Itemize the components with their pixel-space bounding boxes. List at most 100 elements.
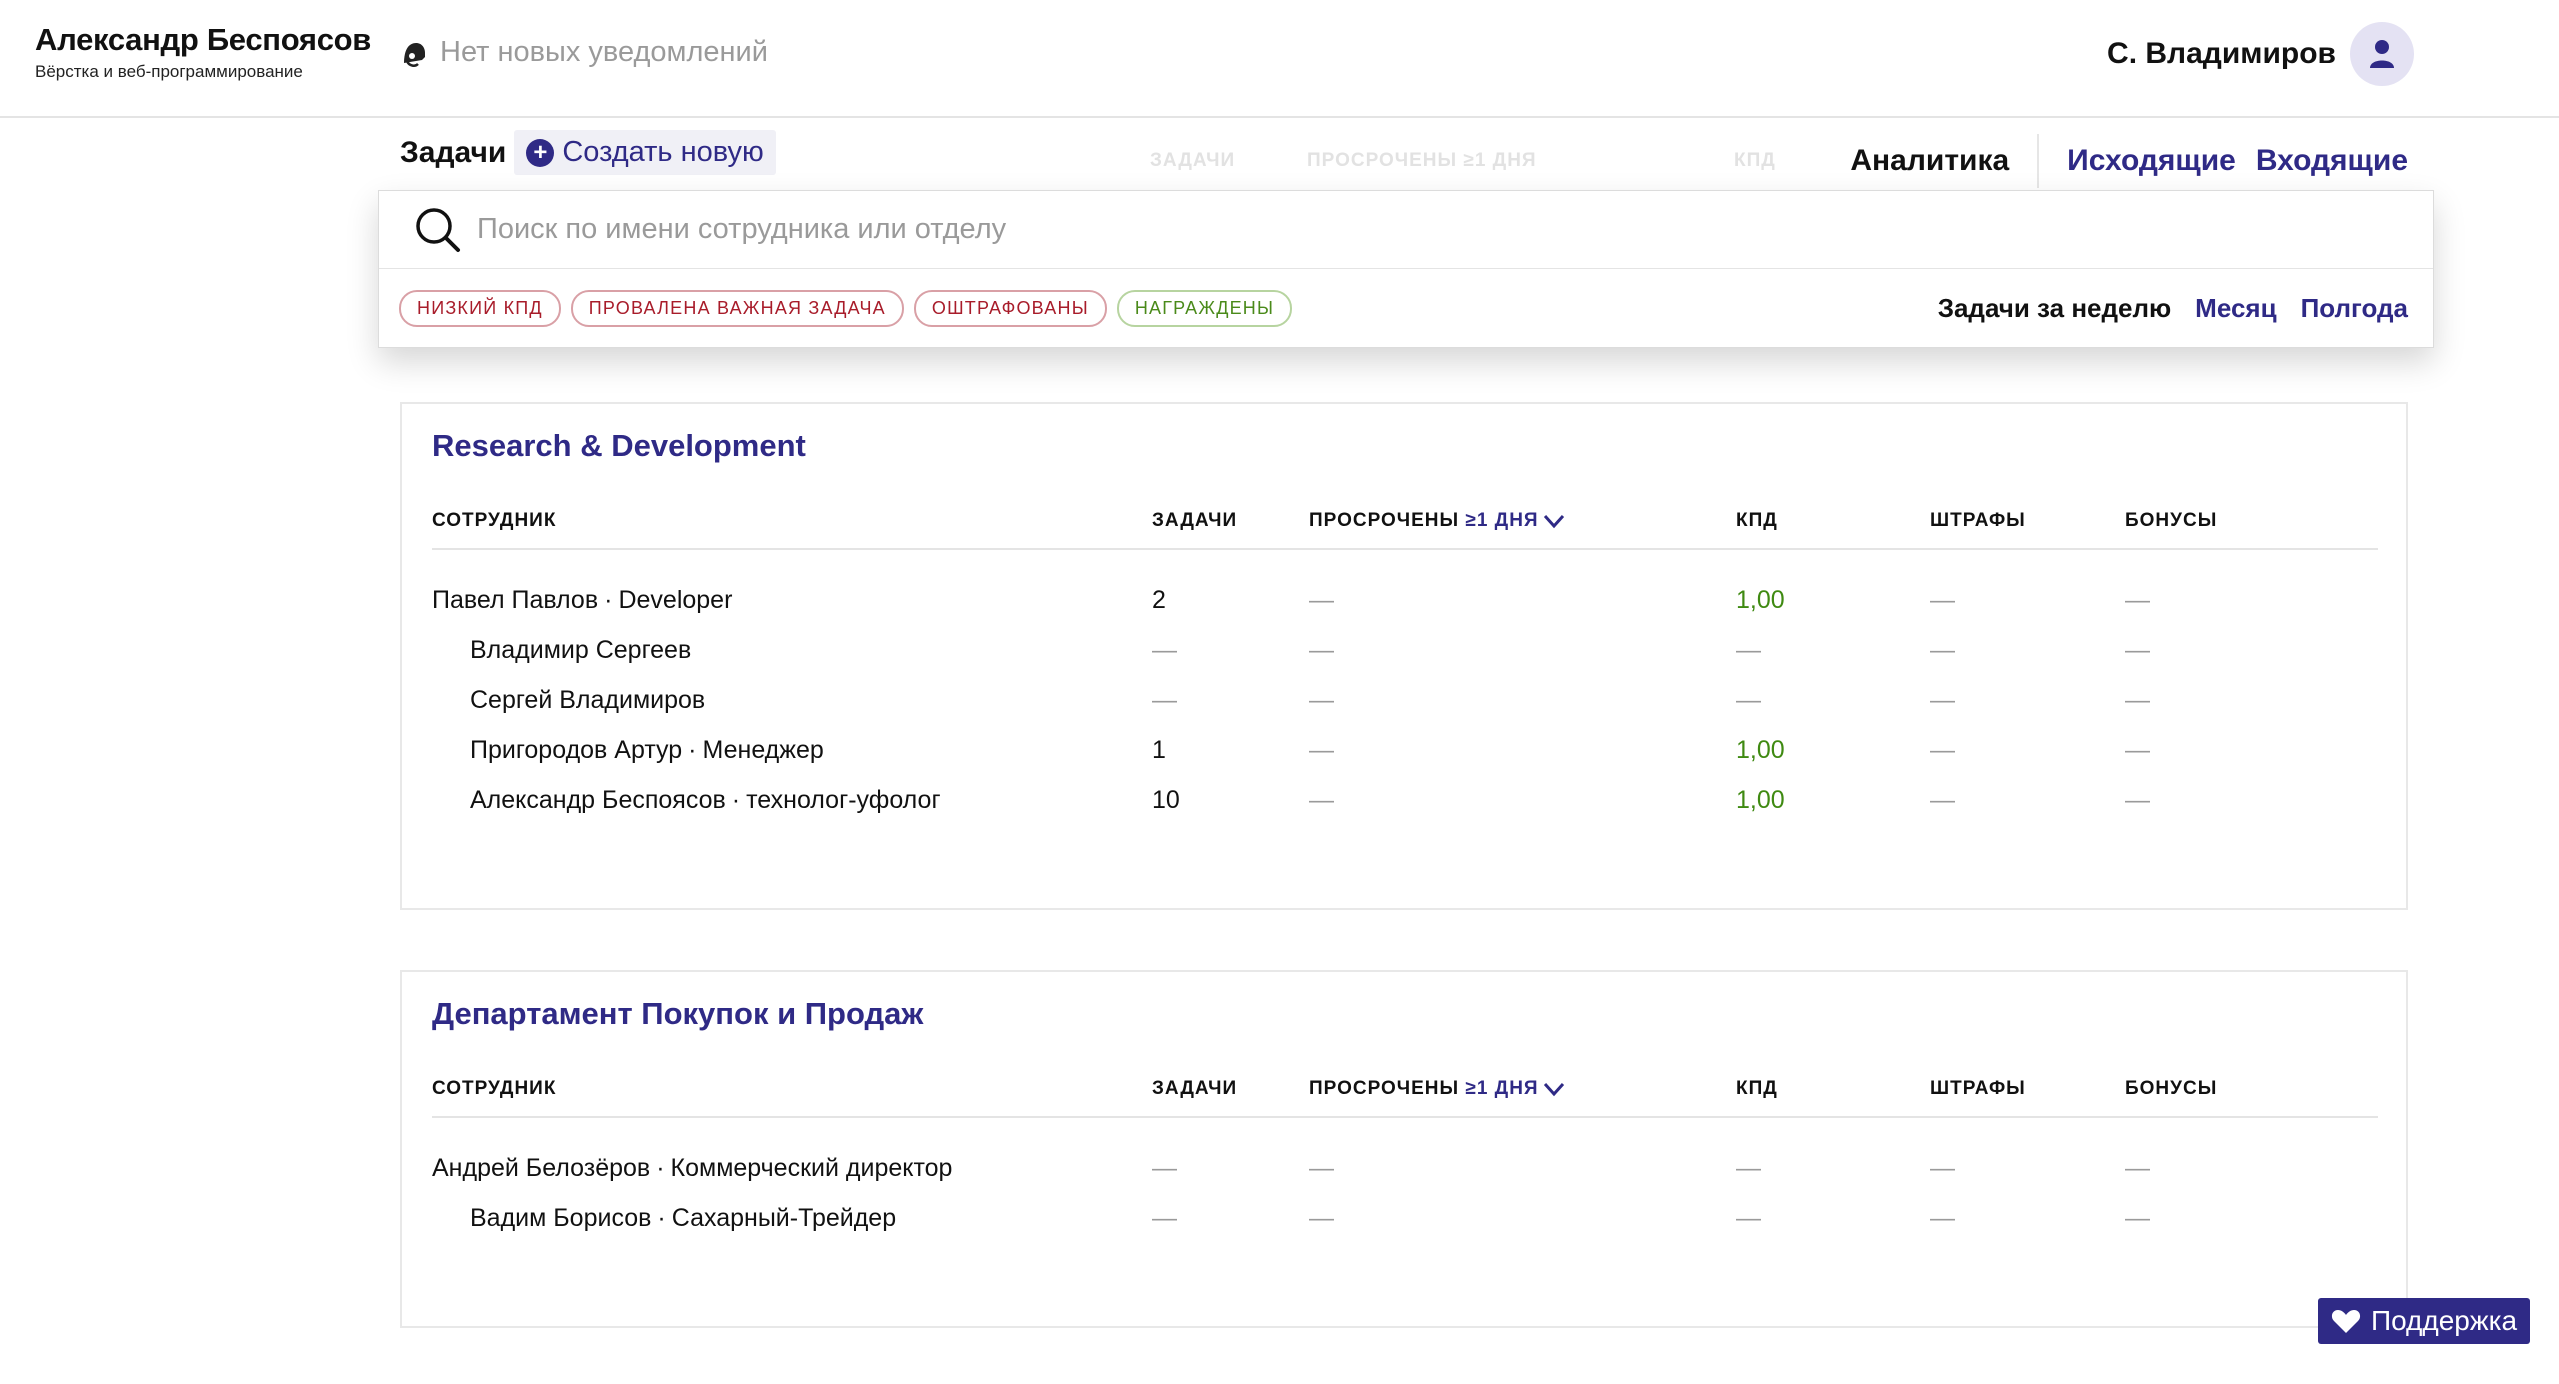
column-overdue[interactable]: ПРОСРОЧЕНЫ ≥1 ДНЯ [1309,1078,1565,1100]
employee-name[interactable]: Вадим Борисов [470,1204,651,1232]
chevron-down-icon[interactable] [1543,513,1565,529]
employee-name[interactable]: Александр Беспоясов [470,786,726,814]
employee-name[interactable]: Андрей Белозёров [432,1154,650,1182]
brand[interactable]: Александр Беспоясов Вёрстка и веб-програ… [35,22,371,82]
tab-analytics[interactable]: Аналитика [1850,144,2037,178]
period-month[interactable]: Месяц [2195,293,2276,324]
employee-name[interactable]: Павел Павлов [432,586,598,614]
tab-incoming[interactable]: Входящие [2256,144,2408,178]
overdue-value: — [1309,1154,1334,1182]
column-overdue-label: ПРОСРОЧЕНЫ [1309,1078,1460,1099]
notifications-text: Нет новых уведомлений [440,36,768,68]
column-tasks[interactable]: ЗАДАЧИ [1152,1078,1237,1100]
subnav-links: Аналитика Исходящие Входящие [1850,134,2408,188]
employee-name[interactable]: Владимир Сергеев [470,636,691,665]
table-row[interactable]: Александр Беспоясов · технолог-уфолог 10 —… [432,776,2378,826]
overdue-value: — [1309,636,1334,664]
overdue-value: — [1309,736,1334,764]
filter-low-kpd[interactable]: НИЗКИЙ КПД [399,289,561,327]
column-tasks[interactable]: ЗАДАЧИ [1152,510,1237,532]
tasks-value: — [1152,686,1177,714]
employee-role: Менеджер [702,736,824,764]
fines-value: — [1930,1204,1955,1232]
employee-role: Коммерческий директор [670,1154,953,1182]
kpd-value: — [1736,1204,1761,1232]
top-bar: Александр Беспоясов Вёрстка и веб-програ… [0,0,2559,118]
department-title[interactable]: Research & Development [432,428,806,464]
employee-cell: Павел Павлов · Developer [432,586,733,614]
table-row[interactable]: Вадим Борисов · Сахарный-Трейдер — — — — — [432,1194,2378,1244]
kpd-value: 1,00 [1736,586,1785,614]
support-button[interactable]: Поддержка [2318,1298,2530,1344]
employee-name[interactable]: Пригородов Артур [470,736,682,764]
employee-cell: Пригородов Артур · Менеджер [470,736,824,764]
column-overdue-label: ПРОСРОЧЕНЫ [1309,510,1460,531]
tasks-title: Задачи [400,135,507,169]
fines-value: — [1930,586,1955,614]
avatar[interactable] [2350,22,2414,86]
filter-failed-task[interactable]: ПРОВАЛЕНА ВАЖНАЯ ЗАДАЧА [570,289,904,327]
department-title[interactable]: Департамент Покупок и Продаж [432,996,923,1032]
column-bonuses[interactable]: БОНУСЫ [2125,1078,2217,1100]
plus-icon: + [526,138,555,167]
create-task-button[interactable]: + Создать новую [514,130,776,175]
overdue-value: — [1309,586,1334,614]
sub-navigation: Задачи + Создать новую ЗАДАЧИ ПРОСРОЧЕНЫ… [400,126,2408,188]
user-menu[interactable]: С. Владимиров [2107,22,2414,86]
table-header: СОТРУДНИК ЗАДАЧИ ПРОСРОЧЕНЫ ≥1 ДНЯ КПД Ш… [432,498,2378,550]
kpd-value: — [1736,686,1761,714]
period-half-year[interactable]: Полгода [2301,293,2408,324]
ghost-header-tasks: ЗАДАЧИ [1150,150,1236,171]
period-week[interactable]: Задачи за неделю [1938,293,2171,324]
column-bonuses[interactable]: БОНУСЫ [2125,510,2217,532]
kpd-value: — [1736,1154,1761,1182]
support-label: Поддержка [2370,1305,2518,1336]
user-icon [2370,40,2394,68]
search-panel: НИЗКИЙ КПД ПРОВАЛЕНА ВАЖНАЯ ЗАДАЧА ОШТРА… [378,190,2434,348]
tasks-value: — [1152,1204,1177,1232]
fines-value: — [1930,686,1955,714]
tasks-header: Задачи + Создать новую [400,130,776,175]
column-kpd[interactable]: КПД [1736,510,1778,532]
bonuses-value: — [2125,1204,2150,1232]
overdue-filter[interactable]: ≥1 ДНЯ [1465,1078,1538,1099]
table-row[interactable]: Сергей Владимиров — — — — — [432,676,2378,726]
filter-rewarded[interactable]: НАГРАЖДЕНЫ [1116,289,1293,327]
create-task-label: Создать новую [562,136,764,168]
table-row[interactable]: Андрей Белозёров · Коммерческий директор —… [432,1144,2378,1194]
filter-fined[interactable]: ОШТРАФОВАНЫ [913,289,1107,327]
employee-cell: Вадим Борисов · Сахарный-Трейдер [470,1204,897,1232]
employee-role: технолог-уфолог [746,786,941,814]
employee-cell: Андрей Белозёров · Коммерческий директор [432,1154,953,1182]
bonuses-value: — [2125,736,2150,764]
notifications[interactable]: Нет новых уведомлений [398,36,768,69]
search-input[interactable] [477,213,2077,246]
table-header: СОТРУДНИК ЗАДАЧИ ПРОСРОЧЕНЫ ≥1 ДНЯ КПД Ш… [432,1066,2378,1118]
column-overdue[interactable]: ПРОСРОЧЕНЫ ≥1 ДНЯ [1309,510,1565,532]
table-row[interactable]: Павел Павлов · Developer 2 — 1,00 — — [432,576,2378,626]
overdue-value: — [1309,686,1334,714]
overdue-filter[interactable]: ≥1 ДНЯ [1465,510,1538,531]
table-row[interactable]: Владимир Сергеев — — — — — [432,626,2378,676]
bonuses-value: — [2125,636,2150,664]
column-fines[interactable]: ШТРАФЫ [1930,510,2026,532]
tab-outgoing[interactable]: Исходящие [2067,144,2236,178]
fines-value: — [1930,736,1955,764]
bonuses-value: — [2125,1154,2150,1182]
user-name: С. Владимиров [2107,37,2336,70]
column-kpd[interactable]: КПД [1736,1078,1778,1100]
bonuses-value: — [2125,786,2150,814]
fines-value: — [1930,1154,1955,1182]
filter-row: НИЗКИЙ КПД ПРОВАЛЕНА ВАЖНАЯ ЗАДАЧА ОШТРА… [379,269,2433,347]
tasks-value: 10 [1152,786,1180,814]
employee-name[interactable]: Сергей Владимиров [470,686,705,715]
search-icon [416,207,460,252]
search-row [379,191,2433,269]
fines-value: — [1930,786,1955,814]
column-employee: СОТРУДНИК [432,1078,557,1099]
department-card: Research & Development СОТРУДНИК ЗАДАЧИ … [400,402,2408,910]
chevron-down-icon[interactable] [1543,1081,1565,1097]
heart-icon [2331,1310,2361,1333]
table-row[interactable]: Пригородов Артур · Менеджер 1 — 1,00 — — [432,726,2378,776]
column-fines[interactable]: ШТРАФЫ [1930,1078,2026,1100]
